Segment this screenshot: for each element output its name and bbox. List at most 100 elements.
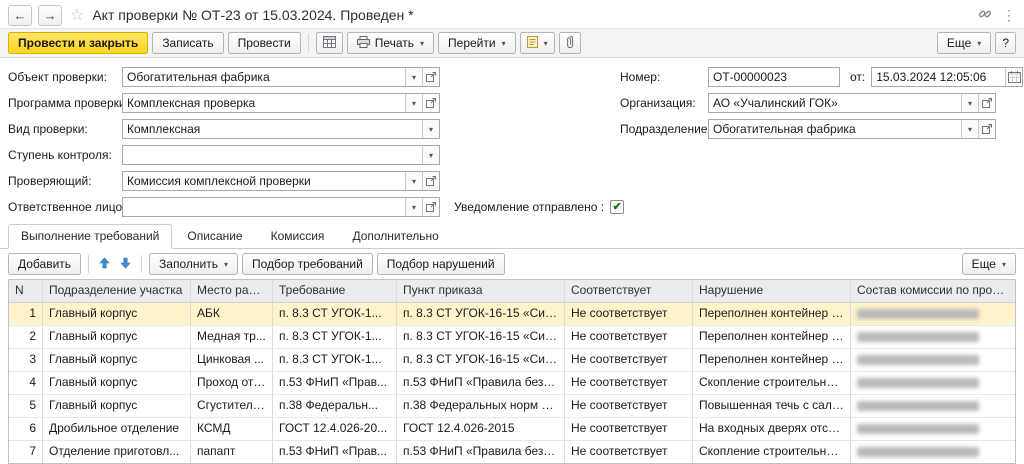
tab-2[interactable]: Комиссия [258,224,338,249]
organization-field-value[interactable]: АО «Учалинский ГОК» [709,94,961,112]
kind-field[interactable]: Комплексная ▾ [122,119,440,139]
table-cell: Медная тр... [191,326,273,348]
post-and-close-button[interactable]: Провести и закрыть [8,32,148,54]
responsible-field[interactable]: ▾ [122,197,440,217]
inspector-field-value[interactable]: Комиссия комплексной проверки [123,172,405,190]
tab-3[interactable]: Дополнительно [339,224,451,249]
open-icon[interactable] [422,94,439,112]
number-field-value[interactable]: ОТ-00000023 [709,68,839,86]
column-header[interactable]: Нарушение [693,280,851,302]
table-row[interactable]: 5Главный корпусСгуститель...п.38 Федерал… [9,395,1015,418]
add-button[interactable]: Добавить [8,253,81,275]
table-cell: Скопление строительного ... [693,441,851,463]
column-header[interactable]: N [9,280,43,302]
column-header[interactable]: Подразделение участка [43,280,191,302]
table-row[interactable]: 3Главный корпусЦинковая ...п. 8.3 СТ УГО… [9,349,1015,372]
move-down-button[interactable] [117,253,134,275]
table-cell: п.53 ФНиП «Прав... [273,372,397,394]
chevron-down-icon[interactable]: ▾ [405,94,422,112]
form-header-area: Объект проверки: Обогатительная фабрика … [0,58,1024,222]
control-level-field-value[interactable] [123,146,422,164]
chevron-down-icon[interactable]: ▾ [422,146,439,164]
open-icon[interactable] [422,172,439,190]
table-cell: Не соответствует [565,418,693,440]
chevron-down-icon[interactable]: ▾ [422,120,439,138]
kind-field-value[interactable]: Комплексная [123,120,422,138]
organization-field[interactable]: АО «Учалинский ГОК» ▾ [708,93,996,113]
column-header[interactable]: Соответствует [565,280,693,302]
program-field[interactable]: Комплексная проверка ▾ [122,93,440,113]
chevron-down-icon[interactable]: ▾ [405,198,422,216]
table-row[interactable]: 7Отделение приготовл...папаптп.53 ФНиП «… [9,441,1015,463]
redacted-text [857,309,979,319]
table-more-button[interactable]: Еще ▾ [962,253,1016,275]
date-field[interactable]: 15.03.2024 12:05:06 [871,67,1023,87]
commission-cell [851,395,1015,417]
print-button[interactable]: Печать ▾ [347,32,434,54]
table-cell: КСМД [191,418,273,440]
control-level-field[interactable]: ▾ [122,145,440,165]
toolbar-separator [88,255,89,273]
column-header[interactable]: Состав комиссии по проверке [851,280,1015,302]
send-document-button[interactable]: ▾ [520,32,555,54]
more-button[interactable]: Еще ▾ [937,32,991,54]
title-bar: ← → ☆ Акт проверки № ОТ-23 от 15.03.2024… [0,0,1024,28]
commission-cell [851,418,1015,440]
write-button[interactable]: Записать [152,32,223,54]
table-cell: п.53 ФНиП «Прав... [273,441,397,463]
open-icon[interactable] [978,94,995,112]
field-label-organization: Организация: [620,96,708,110]
page-title: Акт проверки № ОТ-23 от 15.03.2024. Пров… [92,7,413,23]
number-field[interactable]: ОТ-00000023 [708,67,840,87]
open-icon[interactable] [422,198,439,216]
column-header[interactable]: Место работ [191,280,273,302]
tab-0[interactable]: Выполнение требований [8,224,172,249]
field-label-inspector: Проверяющий: [8,174,122,188]
chevron-down-icon[interactable]: ▾ [961,120,978,138]
document-structure-button[interactable] [316,32,343,54]
fill-button[interactable]: Заполнить ▾ [149,253,238,275]
table-row[interactable]: 4Главный корпусПроход от ...п.53 ФНиП «П… [9,372,1015,395]
field-label-program: Программа проверки: [8,96,122,110]
attachments-button[interactable] [559,32,581,54]
department-field[interactable]: Обогатительная фабрика ▾ [708,119,996,139]
table-row[interactable]: 6Дробильное отделениеКСМДГОСТ 12.4.026-2… [9,418,1015,441]
column-header[interactable]: Требование [273,280,397,302]
object-field-value[interactable]: Обогатительная фабрика [123,68,405,86]
post-button[interactable]: Провести [228,32,301,54]
open-icon[interactable] [978,120,995,138]
forward-icon: → [44,8,57,23]
inspector-field[interactable]: Комиссия комплексной проверки ▾ [122,171,440,191]
calendar-icon[interactable] [1005,68,1022,86]
open-icon[interactable] [422,68,439,86]
program-field-value[interactable]: Комплексная проверка [123,94,405,112]
chevron-down-icon[interactable]: ▾ [405,172,422,190]
table-row[interactable]: 2Главный корпусМедная тр...п. 8.3 СТ УГО… [9,326,1015,349]
navigate-button[interactable]: Перейти ▾ [438,32,516,54]
object-field[interactable]: Обогатительная фабрика ▾ [122,67,440,87]
row-number-cell: 2 [9,326,43,348]
pick-violations-button[interactable]: Подбор нарушений [377,253,505,275]
tab-1[interactable]: Описание [174,224,255,249]
department-field-value[interactable]: Обогатительная фабрика [709,120,961,138]
move-up-button[interactable] [96,253,113,275]
chevron-down-icon[interactable]: ▾ [405,68,422,86]
chevron-down-icon[interactable]: ▾ [961,94,978,112]
table-cell: Скопление строительного ... [693,372,851,394]
responsible-field-value[interactable] [123,198,405,216]
forward-button[interactable]: → [38,5,62,26]
table-row[interactable]: 1Главный корпусАБКп. 8.3 СТ УГОК-1...п. … [9,303,1015,326]
back-button[interactable]: ← [8,5,32,26]
navigate-button-label: Перейти [448,36,496,50]
help-button[interactable]: ? [995,32,1016,54]
column-header[interactable]: Пункт приказа [397,280,565,302]
kebab-menu-icon[interactable]: ⋮ [1002,7,1016,24]
table-cell: ГОСТ 12.4.026-20... [273,418,397,440]
link-icon[interactable] [978,7,992,24]
table-cell: п.38 Федеральных норм и прави... [397,395,565,417]
favorite-star-icon[interactable]: ☆ [70,5,84,25]
pick-requirements-button[interactable]: Подбор требований [242,253,373,275]
table-cell: На входных дверях отсутс... [693,418,851,440]
row-number-cell: 4 [9,372,43,394]
date-field-value[interactable]: 15.03.2024 12:05:06 [872,68,1005,86]
